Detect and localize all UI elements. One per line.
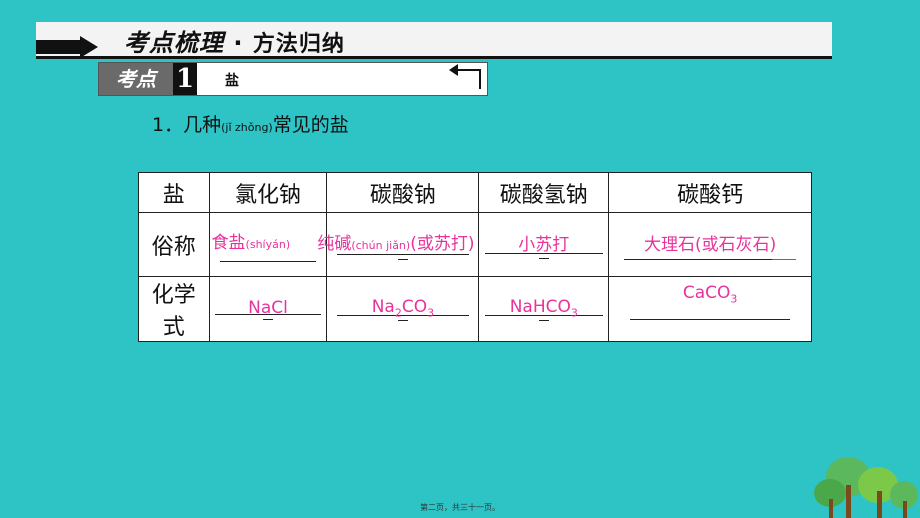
blank-tail — [397, 259, 408, 260]
answer-nacl-formula: NaCl — [248, 298, 288, 318]
page-footer: 第二页，共三十一页。 — [420, 503, 500, 512]
answer-nahco3-common: 小苏打 — [518, 235, 570, 255]
table-row-formula: 化学 式 NaCl Na2CO3 NaHCO3 CaCO3 — [138, 276, 812, 342]
blank-line — [336, 254, 469, 255]
blank-line — [630, 319, 791, 321]
blank-tail — [538, 258, 549, 259]
cell-nacl-formula: NaCl — [208, 276, 328, 342]
banner-bar — [36, 40, 82, 54]
banner-title: 考点梳理 · 方法归纳 — [124, 29, 345, 57]
header-cell-na2co3: 碳酸钠 — [326, 172, 480, 213]
knowledge-point-header: 考点 1 盐 — [98, 62, 488, 96]
point-label: 考点 — [99, 63, 173, 95]
blank-tail — [397, 320, 408, 322]
cell-na2co3-common: 纯碱(chún jiǎn)(或苏打) — [317, 212, 480, 277]
answer-caco3-formula: CaCO3 — [682, 283, 738, 306]
cell-na2co3-formula: Na2CO3 — [326, 276, 480, 342]
cell-nacl-common: 食盐(shíyán) — [208, 212, 328, 277]
cell-caco3-common: 大理石(或石灰石) — [608, 212, 812, 277]
return-arrow-icon[interactable] — [449, 64, 481, 89]
header-cell-caco3: 碳酸钙 — [608, 172, 812, 213]
cell-nahco3-formula: NaHCO3 — [478, 276, 610, 342]
header-cell-salt: 盐 — [138, 172, 210, 213]
cell-nahco3-common: 小苏打 — [478, 212, 610, 277]
blank-line-red — [772, 258, 797, 260]
blank-tail — [538, 320, 549, 322]
blank-line — [624, 258, 773, 260]
cell-caco3-formula: CaCO3 — [608, 276, 812, 342]
answer-caco3-common: 大理石(或石灰石) — [643, 234, 777, 255]
table-header-row: 盐 氯化钠 碳酸钠 碳酸氢钠 碳酸钙 — [138, 172, 812, 213]
header-cell-nahco3: 碳酸氢钠 — [478, 172, 610, 213]
header-cell-nacl: 氯化钠 — [208, 172, 328, 213]
table-row-common-name: 俗称 食盐(shíyán) 纯碱(chún jiǎn)(或苏打) 小苏打 大理石… — [138, 212, 812, 277]
point-name: 盐 — [225, 73, 239, 89]
answer-nacl-common: 食盐(shíyán) — [211, 232, 291, 253]
row-label-common-name: 俗称 — [138, 212, 210, 277]
blank-line-group — [609, 258, 811, 260]
section-heading: 1．几种(jǐ zhǒng)常见的盐 — [152, 114, 349, 136]
point-number: 1 — [173, 63, 197, 95]
section-banner: 考点梳理 · 方法归纳 — [36, 22, 832, 59]
banner-arrow-icon — [80, 36, 98, 58]
salt-table: 盐 氯化钠 碳酸钠 碳酸氢钠 碳酸钙 俗称 食盐(shíyán) 纯碱(chún… — [138, 172, 812, 342]
row-label-formula: 化学 式 — [138, 276, 210, 342]
blank-line — [219, 260, 316, 262]
blank-tail — [262, 319, 273, 320]
answer-na2co3-common: 纯碱(chún jiǎn)(或苏打) — [317, 234, 475, 254]
